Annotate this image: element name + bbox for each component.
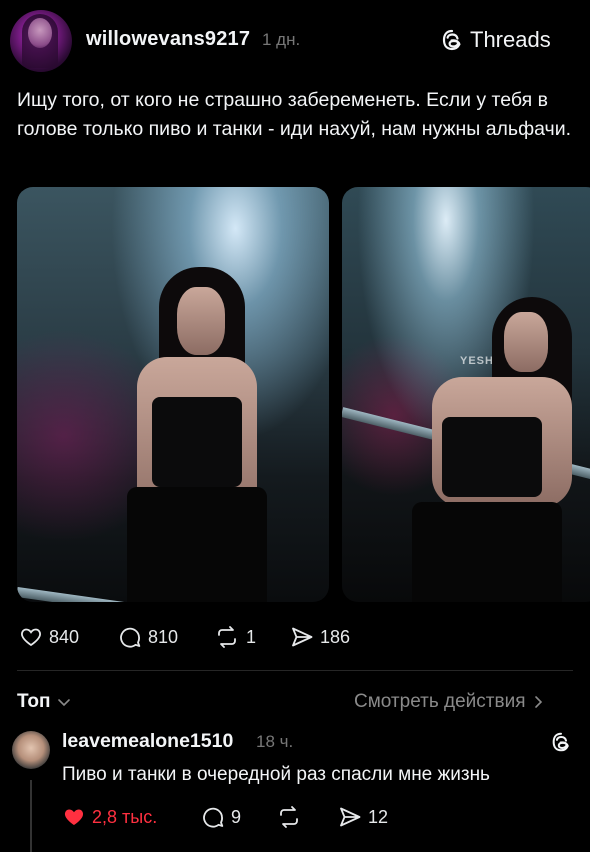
figure-top [442, 417, 542, 497]
post-photo-1[interactable] [17, 187, 329, 602]
comment-count: 810 [148, 626, 179, 647]
stage-screen-text: YESH [460, 355, 494, 367]
heart-icon [21, 628, 41, 647]
like-count: 840 [49, 626, 80, 647]
repost-count: 1 [246, 626, 257, 647]
reply-username[interactable]: leavemealone1510 [62, 730, 233, 753]
author-avatar[interactable] [10, 10, 72, 72]
reply-like-button[interactable]: 2,8 тыс. [62, 805, 157, 829]
thread-line [30, 780, 32, 852]
figure-face [177, 287, 225, 355]
view-activity-label: Смотреть действия [354, 691, 526, 712]
post-photo-2[interactable]: YESH [342, 187, 590, 602]
figure-face [504, 312, 548, 372]
threads-logo-icon [442, 29, 461, 51]
reply-share-button[interactable]: 12 [338, 805, 388, 829]
reply-like-count: 2,8 тыс. [92, 806, 158, 827]
heart-icon [64, 809, 84, 825]
threads-logo-icon[interactable] [550, 731, 572, 753]
chevron-down-icon [57, 699, 70, 707]
figure-skirt [412, 502, 562, 602]
repost-icon [218, 626, 236, 648]
reply-comment-button[interactable]: 9 [201, 805, 241, 829]
post-text: Ищу того, от кого не страшно забеременет… [17, 89, 572, 140]
repost-icon [280, 806, 298, 828]
post-timestamp: 1 дн. [262, 30, 301, 49]
reply-avatar[interactable] [12, 731, 50, 769]
figure-top [152, 397, 242, 487]
reply-repost-button[interactable] [276, 805, 302, 829]
comment-icon [203, 807, 224, 828]
sort-dropdown[interactable]: Топ [17, 691, 71, 713]
chevron-right-icon [535, 696, 543, 708]
comment-button[interactable]: 810 [118, 625, 178, 649]
threads-brand[interactable]: Threads [440, 27, 551, 53]
reply-timestamp: 18 ч. [256, 732, 294, 751]
share-icon [292, 627, 313, 647]
share-count: 186 [320, 626, 351, 647]
share-icon [340, 807, 361, 827]
like-button[interactable]: 840 [19, 625, 79, 649]
reply-share-count: 12 [368, 806, 389, 827]
share-button[interactable]: 186 [290, 625, 350, 649]
reply-comment-count: 9 [231, 806, 242, 827]
reply-text: Пиво и танки в очередной раз спасли мне … [62, 764, 490, 785]
sort-label: Топ [17, 691, 51, 712]
figure-skirt [127, 487, 267, 602]
section-divider [17, 670, 573, 671]
repost-button[interactable]: 1 [214, 625, 256, 649]
comment-icon [120, 627, 141, 648]
threads-brand-label: Threads [470, 27, 551, 52]
author-username[interactable]: willowevans9217 [86, 28, 250, 51]
view-activity-link[interactable]: Смотреть действия [354, 691, 545, 713]
